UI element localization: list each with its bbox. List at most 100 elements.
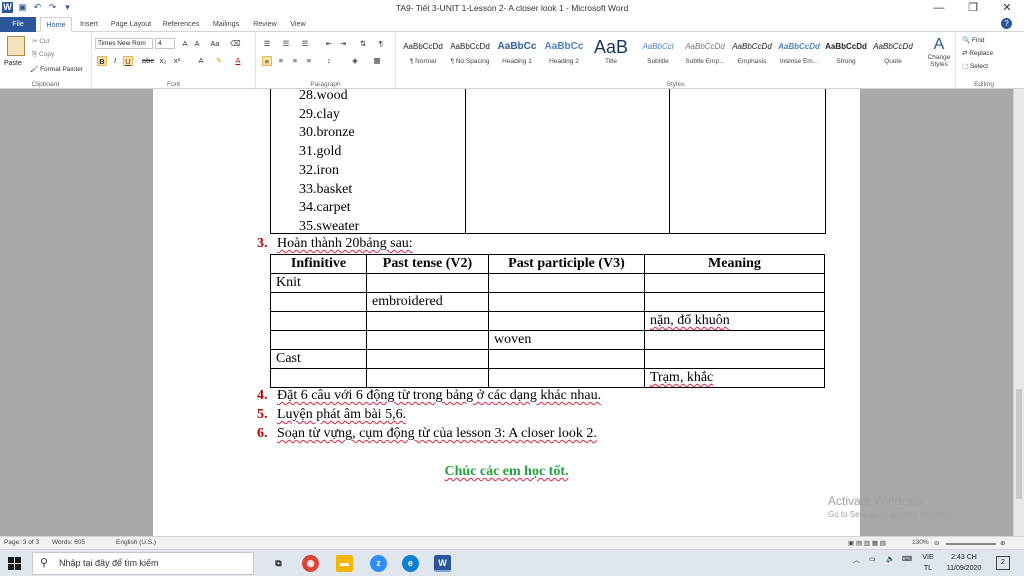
show-hidden-icons[interactable]: ︿ (853, 555, 860, 565)
word-count[interactable]: Words: 605 (52, 539, 85, 546)
taskbar-clock[interactable]: 2:43 CH 11/09/2020 (940, 552, 988, 574)
style-subtitle[interactable]: AaBbCcl Subtitle (635, 36, 681, 70)
change-case-button[interactable]: Aa (210, 39, 220, 49)
tab-review[interactable]: Review (250, 17, 280, 32)
bold-button[interactable]: B (97, 56, 107, 66)
font-color-icon[interactable]: A (233, 56, 243, 66)
network-icon[interactable]: ▭ (869, 555, 876, 563)
task-view-icon[interactable]: ⧉ (270, 555, 287, 572)
bullets-icon[interactable]: ☰ (262, 39, 272, 49)
style-heading-2[interactable]: AaBbCc Heading 2 (541, 36, 587, 70)
multilevel-list-icon[interactable]: ☰ (300, 39, 310, 49)
find-button[interactable]: 🔍 Find (962, 36, 985, 44)
close-button[interactable]: ✕ (990, 0, 1024, 17)
edge-icon[interactable]: e (402, 555, 419, 572)
table-cell[interactable] (366, 330, 489, 350)
copy-button[interactable]: ⎘ Copy (32, 51, 54, 59)
style-heading-1[interactable]: AaBbCc Heading 1 (494, 36, 540, 70)
style-no-spacing[interactable]: AaBbCcDd ¶ No Spacing (447, 36, 493, 70)
chrome-icon[interactable]: ◉ (302, 555, 319, 572)
underline-button[interactable]: U (123, 56, 133, 66)
volume-icon[interactable]: 🔈 (886, 555, 895, 563)
table-cell[interactable]: Cast (270, 349, 367, 369)
justify-icon[interactable]: ≡ (304, 56, 314, 66)
style-intense-emphasis[interactable]: AaBbCcDd Intense Em... (776, 36, 822, 70)
tab-insert[interactable]: Insert (76, 17, 102, 32)
change-styles-button[interactable]: A Change Styles (924, 36, 954, 68)
table-cell[interactable] (644, 330, 825, 350)
table-cell[interactable] (270, 292, 367, 312)
table-cell[interactable] (644, 273, 825, 293)
zoom-in-button[interactable]: ⊕ (1000, 539, 1005, 547)
font-size-box[interactable]: 4 (155, 38, 175, 49)
clear-format-icon[interactable]: ⌫ (230, 39, 241, 49)
table-cell[interactable] (270, 368, 367, 388)
table-cell[interactable] (270, 311, 367, 331)
borders-icon[interactable]: ▦ (372, 56, 382, 66)
table-cell[interactable]: Knit (270, 273, 367, 293)
show-formatting-icon[interactable]: ¶ (376, 39, 386, 49)
restore-button[interactable]: ❐ (956, 0, 990, 17)
view-buttons[interactable]: ▣ ▤ ▥ ▦ ▧ (848, 539, 886, 547)
table-cell[interactable]: Trạm, khắc (644, 368, 825, 388)
table-cell[interactable] (366, 273, 489, 293)
vertical-scrollbar[interactable] (1013, 89, 1024, 536)
document-page[interactable]: 28.wood 29.clay 30.bronze 31.gold 32.iro… (153, 89, 860, 536)
table-cell[interactable]: nặn, đổ khuôn (644, 311, 825, 331)
grow-font-button[interactable]: A (180, 39, 190, 49)
sort-icon[interactable]: ⇅ (358, 39, 368, 49)
align-right-icon[interactable]: ≡ (290, 56, 300, 66)
notification-center-icon[interactable]: 2 (996, 556, 1010, 570)
table-cell[interactable] (644, 349, 825, 369)
taskbar-search-box[interactable]: ⚲ Nhập tại đây để tìm kiếm (32, 552, 254, 575)
superscript-button[interactable]: x² (172, 56, 182, 66)
decrease-indent-icon[interactable]: ⇤ (324, 39, 334, 49)
table-cell[interactable] (488, 349, 645, 369)
highlight-icon[interactable]: ✎ (214, 56, 224, 66)
table-cell[interactable] (488, 311, 645, 331)
select-button[interactable]: ⬚ Select (962, 62, 988, 70)
style-title[interactable]: AaB Title (588, 36, 634, 70)
table-cell[interactable] (270, 330, 367, 350)
table-cell[interactable] (366, 368, 489, 388)
tab-page-layout[interactable]: Page Layout (108, 17, 154, 32)
table-cell[interactable] (488, 368, 645, 388)
zoom-slider[interactable] (946, 543, 996, 545)
tab-home[interactable]: Home (40, 17, 72, 32)
table-cell[interactable] (488, 273, 645, 293)
subscript-button[interactable]: x₂ (158, 56, 168, 66)
style-normal[interactable]: AaBbCcDd ¶ Normal (400, 36, 446, 70)
tab-file[interactable]: File (0, 17, 36, 32)
cut-button[interactable]: ✂ Cut (32, 37, 49, 45)
numbering-icon[interactable]: ☰ (281, 39, 291, 49)
language-switcher[interactable]: VIE TL (918, 552, 938, 574)
paste-button[interactable]: Paste (4, 60, 22, 67)
language-indicator[interactable]: English (U.S.) (116, 539, 156, 546)
page-count[interactable]: Page: 3 of 3 (4, 539, 39, 546)
tab-references[interactable]: References (160, 17, 202, 32)
shading-icon[interactable]: ◈ (350, 56, 360, 66)
minimize-button[interactable]: — (922, 0, 956, 17)
scrollbar-thumb[interactable] (1016, 389, 1022, 499)
zoom-out-button[interactable]: ⊖ (934, 539, 939, 547)
align-center-icon[interactable]: ≡ (276, 56, 286, 66)
start-button[interactable] (8, 557, 21, 570)
table-cell[interactable] (366, 311, 489, 331)
line-spacing-icon[interactable]: ↕ (324, 56, 334, 66)
strikethrough-button[interactable]: abc (142, 56, 154, 66)
table-cell[interactable]: woven (488, 330, 645, 350)
style-strong[interactable]: AaBbCcDd Strong (823, 36, 869, 70)
table-cell[interactable] (644, 292, 825, 312)
font-name-box[interactable]: Times New Rom (95, 38, 153, 49)
format-painter-button[interactable]: 🖌 Format Painter (30, 65, 83, 73)
paste-icon[interactable] (7, 36, 25, 56)
word-taskbar-icon[interactable]: W (434, 555, 451, 572)
style-subtle-emphasis[interactable]: AaBbCcDd Subtle Emp... (682, 36, 728, 70)
tab-view[interactable]: View (286, 17, 310, 32)
file-explorer-icon[interactable]: ▬ (336, 555, 353, 572)
shrink-font-button[interactable]: A (192, 39, 202, 49)
zalo-icon[interactable]: z (370, 555, 387, 572)
table-cell[interactable] (366, 349, 489, 369)
align-left-icon[interactable]: ≡ (262, 56, 272, 66)
increase-indent-icon[interactable]: ⇥ (338, 39, 348, 49)
